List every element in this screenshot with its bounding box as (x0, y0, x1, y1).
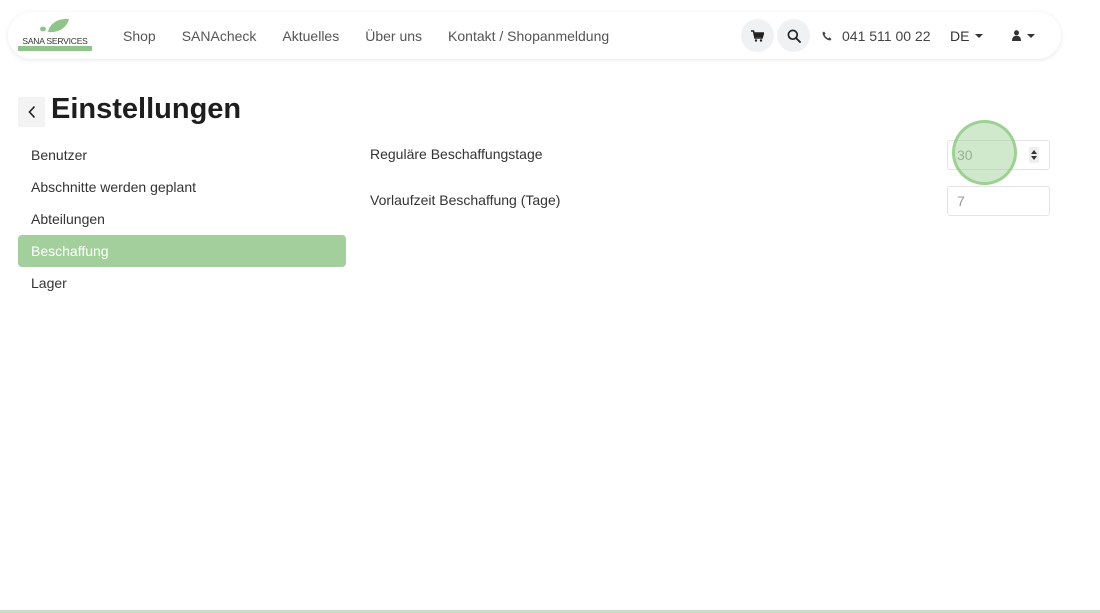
page: SANA SERVICES Shop SANAcheck Aktuelles Ü… (0, 0, 1100, 613)
language-dropdown[interactable]: DE (950, 12, 984, 59)
sidebar-item-benutzer[interactable]: Benutzer (18, 139, 346, 171)
cart-icon (751, 29, 764, 42)
sidebar-item-abschnitte[interactable]: Abschnitte werden geplant (18, 171, 346, 203)
chevron-down-icon (975, 33, 984, 38)
sidebar-item-lager[interactable]: Lager (18, 267, 346, 299)
nav-link-aktuelles[interactable]: Aktuelles (282, 28, 339, 44)
leaf-icon (40, 18, 69, 33)
beschaffungstage-value: 30 (957, 147, 973, 163)
sidebar-item-beschaffung[interactable]: Beschaffung (18, 235, 346, 267)
nav-link-ueber-uns[interactable]: Über uns (365, 28, 422, 44)
vorlaufzeit-input[interactable]: 7 (947, 186, 1050, 216)
brand-bar (18, 46, 92, 51)
field-label-beschaffungstage: Reguläre Beschaffungstage (370, 146, 543, 162)
phone-icon (822, 31, 832, 41)
chevron-left-icon (27, 105, 35, 119)
user-icon (1012, 30, 1021, 41)
cart-button[interactable] (741, 19, 774, 52)
stepper-up-icon[interactable] (1031, 150, 1037, 154)
nav-link-shop[interactable]: Shop (123, 28, 156, 44)
back-button[interactable] (18, 97, 45, 127)
stepper-down-icon[interactable] (1031, 156, 1037, 160)
top-navbar: SANA SERVICES Shop SANAcheck Aktuelles Ü… (8, 12, 1061, 59)
brand-logo[interactable]: SANA SERVICES (18, 18, 92, 54)
field-label-vorlaufzeit: Vorlaufzeit Beschaffung (Tage) (370, 192, 561, 208)
page-title: Einstellungen (51, 93, 242, 125)
nav-link-sanacheck[interactable]: SANAcheck (182, 28, 257, 44)
phone-contact[interactable]: 041 511 00 22 (822, 12, 931, 59)
vorlaufzeit-value: 7 (957, 193, 965, 209)
brand-name: SANA SERVICES (22, 36, 88, 46)
language-label: DE (950, 27, 970, 44)
sidebar-item-abteilungen[interactable]: Abteilungen (18, 203, 346, 235)
search-icon (787, 29, 801, 43)
user-menu[interactable] (1012, 12, 1035, 59)
nav-link-kontakt[interactable]: Kontakt / Shopanmeldung (448, 28, 609, 44)
search-button[interactable] (777, 19, 810, 52)
beschaffungstage-input[interactable]: 30 (947, 140, 1050, 170)
number-stepper[interactable] (1029, 147, 1039, 163)
chevron-down-icon (1027, 33, 1035, 38)
settings-sidebar: Benutzer Abschnitte werden geplant Abtei… (18, 139, 346, 299)
phone-number: 041 511 00 22 (842, 27, 931, 44)
nav-links: Shop SANAcheck Aktuelles Über uns Kontak… (123, 12, 635, 59)
